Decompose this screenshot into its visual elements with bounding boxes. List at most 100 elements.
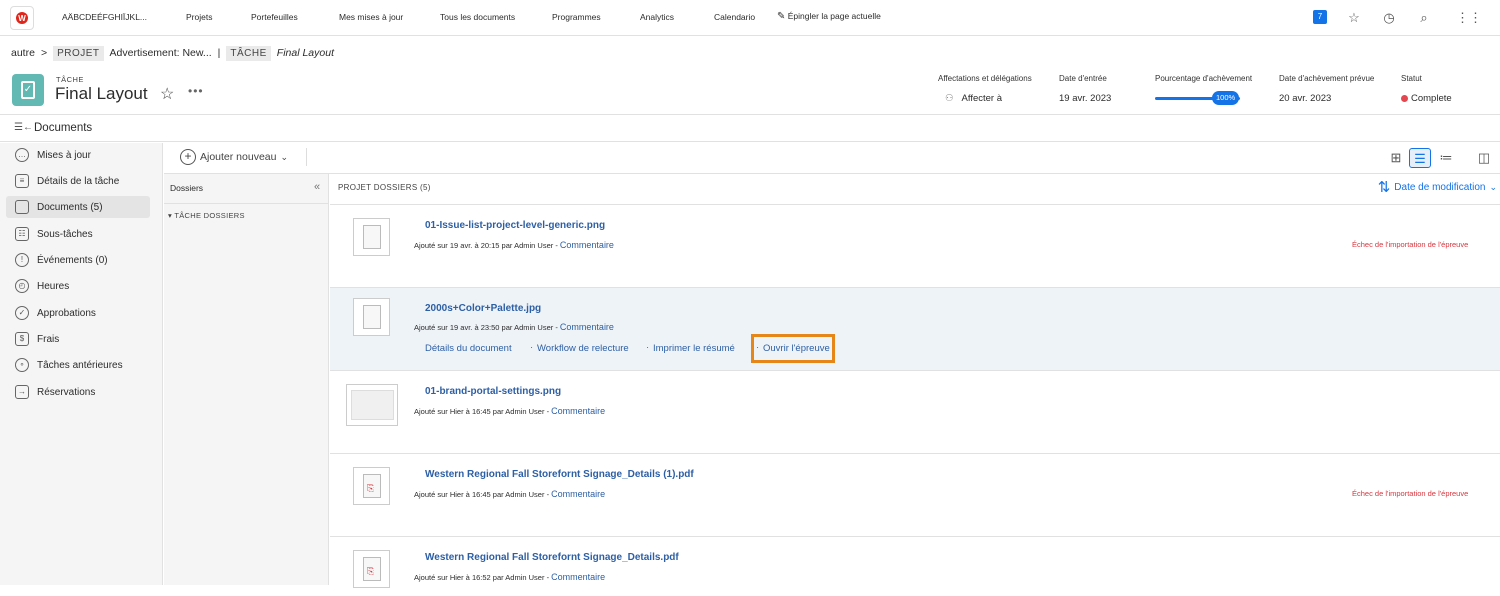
recents-clock-icon[interactable]: ◷	[1380, 9, 1398, 27]
nav-calendario[interactable]: Calendario	[714, 12, 755, 22]
comment-link[interactable]: Commentaire	[551, 406, 605, 416]
nav-tous-les-documents[interactable]: Tous les documents	[440, 12, 515, 22]
pdf-page-icon	[363, 474, 381, 498]
comment-link[interactable]: Commentaire	[551, 572, 605, 582]
document-meta: Ajouté sur 19 avr. à 20:15 par Admin Use…	[414, 240, 614, 250]
clipboard-check-icon: ✓	[21, 81, 35, 99]
document-name[interactable]: Western Regional Fall Storefornt Signage…	[425, 552, 679, 563]
comment-link[interactable]: Commentaire	[560, 322, 614, 332]
separator-dot: ·	[530, 342, 534, 353]
image-thumbnail-icon[interactable]	[346, 384, 398, 426]
org-name[interactable]: AÄBCDEÉFGHIÏJKL...	[62, 12, 147, 22]
document-row[interactable]: 01-Issue-list-project-level-generic.png …	[330, 204, 1500, 287]
status-dropdown[interactable]: Complete	[1401, 93, 1452, 104]
document-row[interactable]: 01-brand-portal-settings.png Ajouté sur …	[330, 370, 1500, 453]
document-row[interactable]: 2000s+Color+Palette.jpg Ajouté sur 19 av…	[330, 287, 1500, 370]
percent-complete-slider[interactable]: 100%	[1155, 91, 1240, 105]
collapse-folders-icon[interactable]: «	[314, 181, 320, 193]
breadcrumb-project-link[interactable]: Advertisement: New...	[110, 47, 212, 59]
leftnav-item-subtasks[interactable]: ☷ Sous-tâches	[6, 223, 150, 245]
document-added-info: Ajouté sur Hier à 16:52 par Admin User	[414, 573, 545, 582]
pdf-thumbnail-icon[interactable]	[353, 550, 390, 588]
status-value: Complete	[1411, 93, 1452, 104]
list-view-icon[interactable]: ≔	[1435, 148, 1457, 168]
row-view-icon[interactable]: ☰	[1409, 148, 1431, 168]
documents-section-bar: ☰← Documents	[0, 114, 1500, 142]
leftnav-label: Documents (5)	[37, 201, 103, 213]
plus-icon: +	[180, 149, 196, 165]
pdf-thumbnail-icon[interactable]	[353, 467, 390, 505]
breadcrumb: autre > PROJET Advertisement: New... | T…	[11, 44, 334, 62]
breadcrumb-root[interactable]: autre	[11, 47, 35, 59]
search-icon[interactable]: ⌕	[1415, 9, 1433, 27]
comment-link[interactable]: Commentaire	[560, 240, 614, 250]
document-details-link[interactable]: Détails du document	[425, 343, 512, 354]
sort-button[interactable]: ⇅ Date de modification ⌄	[1378, 178, 1497, 196]
proof-workflow-link[interactable]: · Workflow de relecture	[530, 342, 629, 354]
folders-divider	[164, 203, 329, 204]
page-title[interactable]: Final Layout	[55, 84, 148, 104]
leftnav-item-task-details[interactable]: ≡ Détails de la tâche	[6, 170, 150, 192]
leftnav-item-reservations[interactable]: → Réservations	[6, 381, 150, 403]
nav-analytics[interactable]: Analytics	[640, 12, 674, 22]
document-row[interactable]: Western Regional Fall Storefornt Signage…	[330, 536, 1500, 596]
chevron-down-icon: ⌄	[1489, 181, 1497, 192]
document-name[interactable]: 01-brand-portal-settings.png	[425, 386, 561, 397]
details-panel-icon[interactable]: ◫	[1473, 148, 1495, 168]
proof-import-error: Échec de l'importation de l'épreuve	[1352, 240, 1469, 249]
more-options-icon[interactable]: •••	[188, 84, 204, 98]
assign-to-button[interactable]: ⚇ Affecter à	[945, 93, 1002, 104]
grid-view-icon[interactable]: ⊞	[1385, 148, 1407, 168]
nav-projets[interactable]: Projets	[186, 12, 212, 22]
leftnav-label: Heures	[37, 280, 70, 292]
approval-icon: ✓	[15, 306, 29, 320]
add-new-button[interactable]: + Ajouter nouveau ⌄	[180, 149, 288, 165]
planned-completion-value[interactable]: 20 avr. 2023	[1279, 93, 1331, 104]
favorite-star-icon[interactable]: ☆	[160, 84, 174, 104]
task-chip: TÂCHE	[226, 45, 271, 61]
document-row[interactable]: Western Regional Fall Storefornt Signage…	[330, 453, 1500, 536]
favorites-star-icon[interactable]: ☆	[1345, 9, 1363, 27]
predecessor-icon: ∘	[15, 358, 29, 372]
collapse-nav-icon[interactable]: ☰←	[14, 122, 33, 133]
print-summary-link[interactable]: · Imprimer le résumé	[646, 342, 735, 354]
leftnav-item-updates[interactable]: … Mises à jour	[6, 144, 150, 166]
pdf-page-icon	[363, 557, 381, 581]
project-chip: PROJET	[53, 45, 104, 61]
nav-mes-mises-a-jour[interactable]: Mes mises à jour	[339, 12, 403, 22]
status-dot-icon	[1401, 94, 1408, 102]
percent-complete-label: Pourcentage d'achèvement	[1155, 74, 1253, 83]
notification-badge[interactable]: 7	[1313, 10, 1327, 24]
document-name[interactable]: 2000s+Color+Palette.jpg	[425, 303, 541, 314]
leftnav-label: Tâches antérieures	[37, 359, 123, 371]
document-name[interactable]: 01-Issue-list-project-level-generic.png	[425, 220, 605, 231]
documents-toolbar: + Ajouter nouveau ⌄ ⊞ ☰ ≔ ◫	[164, 143, 1500, 174]
top-navigation: W AÄBCDEÉFGHIÏJKL... Projets Portefeuill…	[0, 0, 1500, 36]
assign-to-label: Affecter à	[961, 93, 1003, 104]
person-icon: ⚇	[945, 93, 954, 104]
proof-workflow-label: Workflow de relecture	[537, 343, 629, 354]
money-icon: $	[15, 332, 29, 346]
leftnav-item-documents[interactable]: Documents (5)	[6, 196, 150, 218]
file-thumbnail-icon[interactable]	[353, 218, 390, 256]
leftnav-item-predecessors[interactable]: ∘ Tâches antérieures	[6, 354, 150, 376]
entry-date-value[interactable]: 19 avr. 2023	[1059, 93, 1111, 104]
app-grid-icon[interactable]: ⋮⋮	[1456, 9, 1482, 27]
file-thumbnail-icon[interactable]	[353, 298, 390, 336]
leftnav-item-approvals[interactable]: ✓ Approbations	[6, 302, 150, 324]
leftnav-item-expenses[interactable]: $ Frais	[6, 328, 150, 350]
leftnav-label: Sous-tâches	[37, 228, 93, 240]
document-added-info: Ajouté sur 19 avr. à 23:50 par Admin Use…	[414, 323, 554, 332]
leftnav-item-hours[interactable]: ◴ Heures	[6, 275, 150, 297]
list-header: PROJET DOSSIERS (5)	[338, 183, 431, 192]
section-title: Documents	[34, 122, 93, 134]
comment-link[interactable]: Commentaire	[551, 489, 605, 499]
nav-portefeuilles[interactable]: Portefeuilles	[251, 12, 298, 22]
pin-page-button[interactable]: ✎ Épingler la page actuelle	[777, 11, 881, 22]
document-name[interactable]: Western Regional Fall Storefornt Signage…	[425, 469, 694, 480]
folder-item-task-folders[interactable]: ▾ TÂCHE DOSSIERS	[168, 211, 245, 220]
workfront-logo[interactable]: W	[10, 6, 34, 30]
leftnav-item-events[interactable]: ! Événements (0)	[6, 249, 150, 271]
nav-programmes[interactable]: Programmes	[552, 12, 601, 22]
reservation-icon: →	[15, 385, 29, 399]
